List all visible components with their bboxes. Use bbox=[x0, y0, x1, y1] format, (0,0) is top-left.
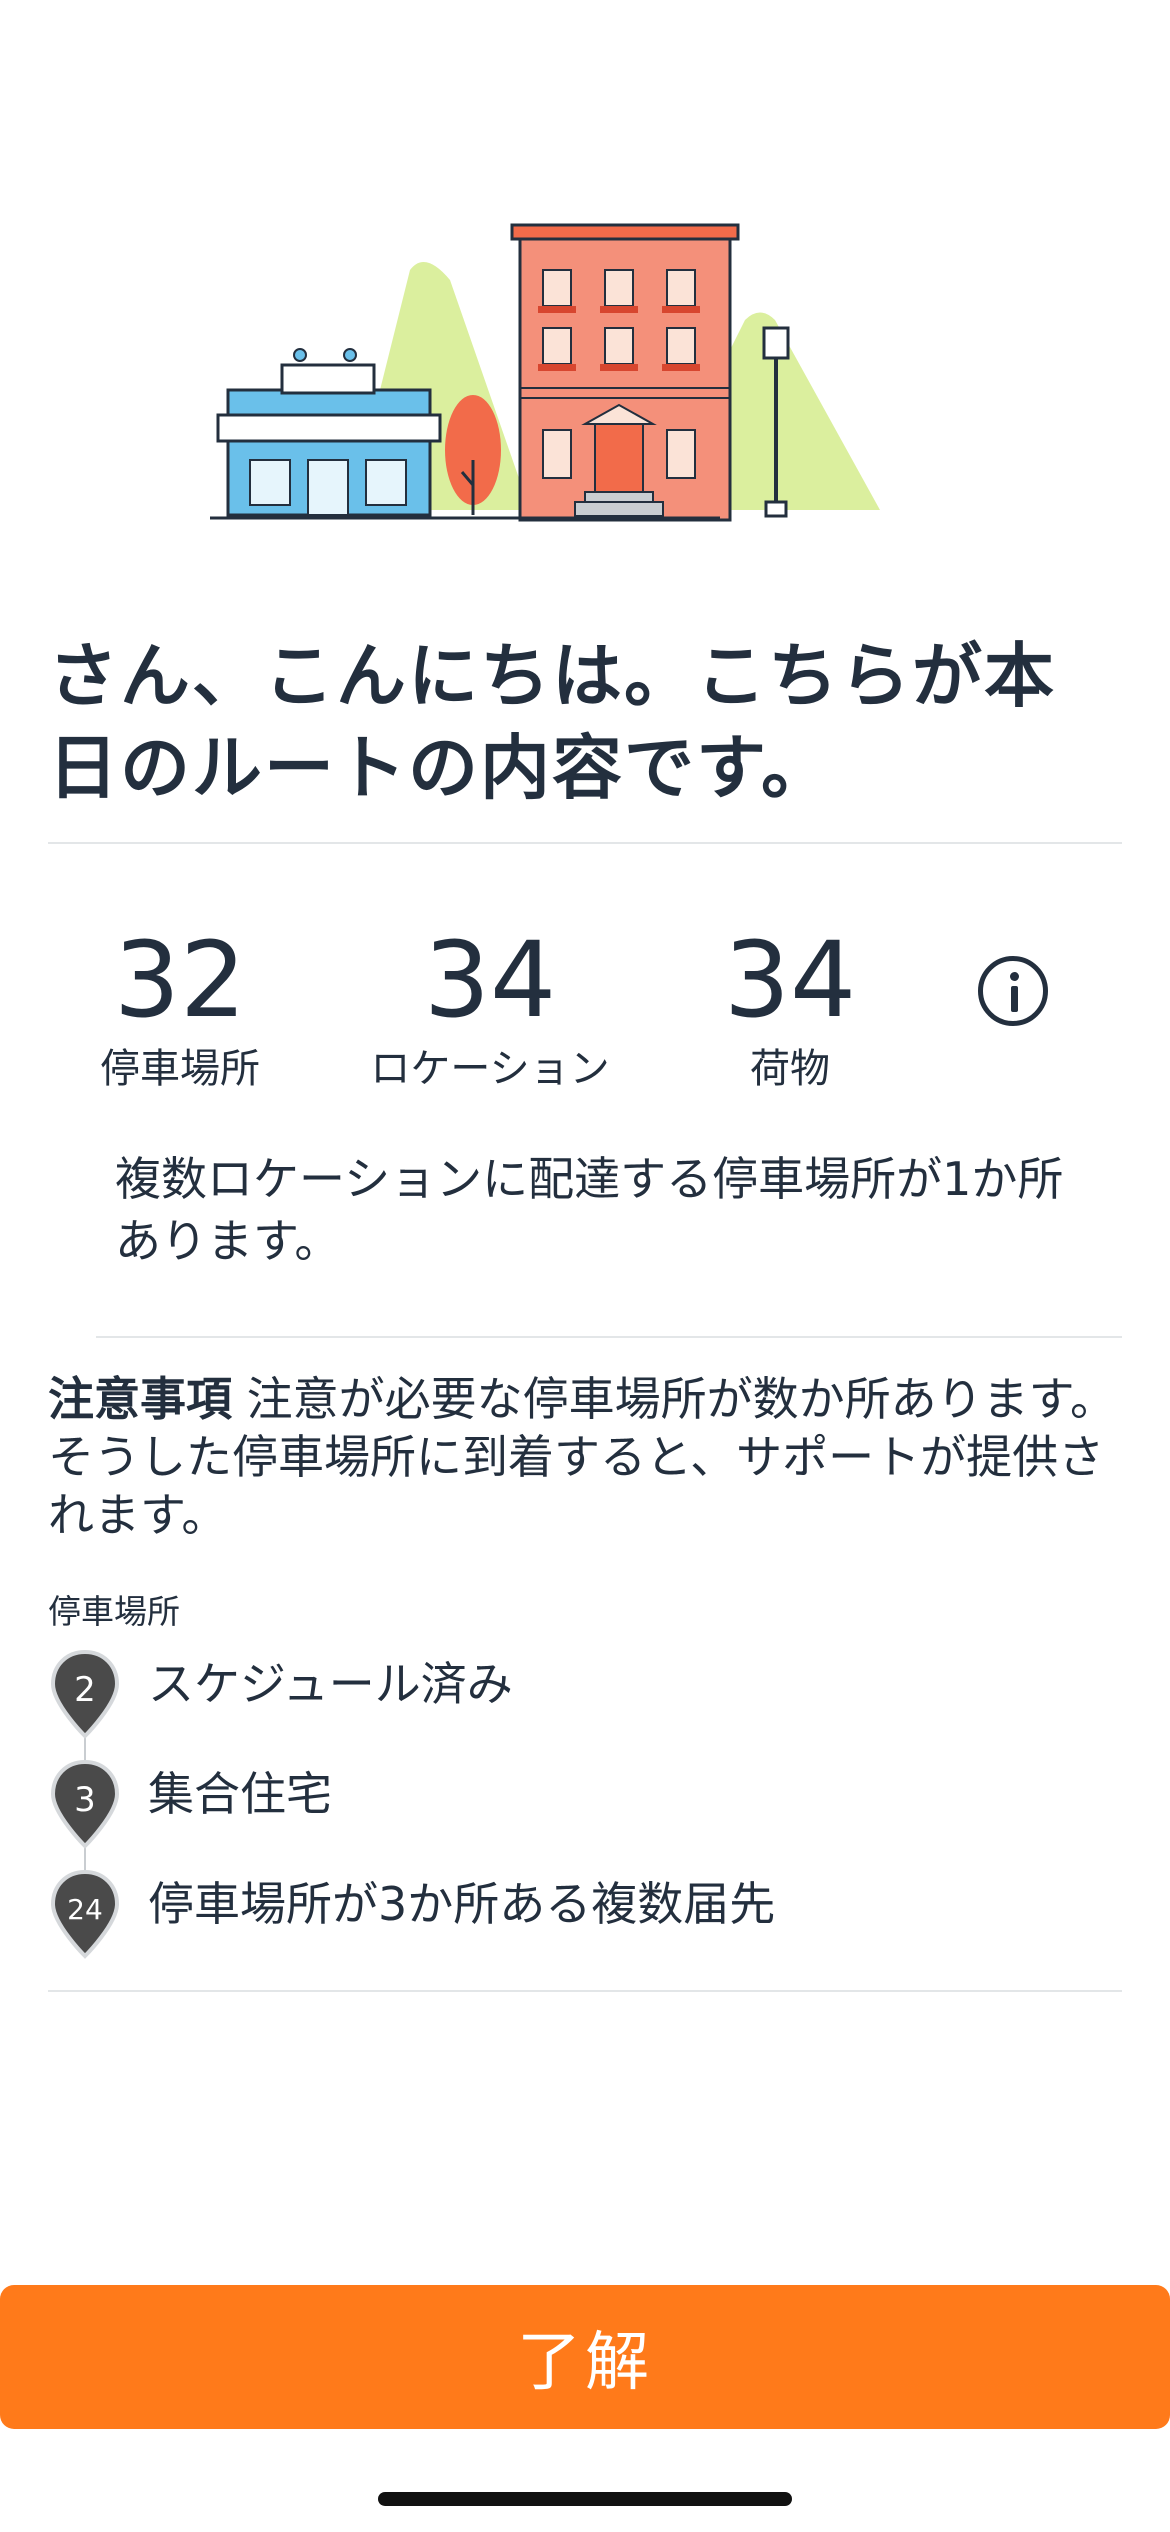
stop-label: スケジュール済み bbox=[148, 1657, 513, 1711]
multi-location-note: 複数ロケーションに配達する停車場所が1か所あります。 bbox=[115, 1152, 1064, 1268]
ok-button[interactable]: 了解 bbox=[0, 2285, 1170, 2429]
greeting-title: さん、こんにちは。こちらが本日のルートの内容です。 bbox=[48, 635, 1056, 809]
divider bbox=[48, 842, 1122, 844]
stat-locations: 34 ロケーション bbox=[360, 920, 620, 1096]
stat-locations-value: 34 bbox=[423, 919, 557, 1041]
stat-stops-value: 32 bbox=[113, 919, 247, 1041]
route-illustration bbox=[210, 223, 880, 522]
home-indicator[interactable] bbox=[378, 2492, 792, 2506]
list-item: 3 集合住宅 bbox=[48, 1758, 1128, 1868]
list-item: 24 停車場所が3か所ある複数届先 bbox=[48, 1868, 1128, 1978]
stop-label: 集合住宅 bbox=[148, 1767, 332, 1821]
stat-stops-label: 停車場所 bbox=[100, 1046, 260, 1092]
stat-packages-label: 荷物 bbox=[750, 1046, 830, 1092]
caution-title: 注意事項 bbox=[48, 1372, 232, 1426]
list-item: 2 スケジュール済み bbox=[48, 1648, 1128, 1758]
caution-section: 注意事項 注意が必要な停車場所が数か所あります。そうした停車場所に到着すると、サ… bbox=[48, 1370, 1128, 1544]
stat-packages-value: 34 bbox=[723, 919, 857, 1041]
stat-locations-label: ロケーション bbox=[370, 1046, 610, 1092]
stops-label: 停車場所 bbox=[48, 1592, 180, 1631]
stop-label: 停車場所が3か所ある複数届先 bbox=[148, 1877, 776, 1931]
attention-stop-list: 2 スケジュール済み 3 集合住宅 24 停車場所が3か所ある複数届先 bbox=[48, 1648, 1128, 1978]
route-summary: 32 停車場所 34 ロケーション 34 荷物 bbox=[0, 920, 1170, 1100]
stat-stops: 32 停車場所 bbox=[70, 920, 290, 1096]
divider bbox=[48, 1990, 1122, 1992]
info-icon[interactable] bbox=[978, 956, 1048, 1026]
stop-number: 24 bbox=[67, 1893, 103, 1926]
stop-number: 2 bbox=[74, 1670, 96, 1710]
stat-packages: 34 荷物 bbox=[690, 920, 890, 1096]
divider bbox=[96, 1336, 1122, 1338]
stop-number: 3 bbox=[74, 1780, 96, 1820]
